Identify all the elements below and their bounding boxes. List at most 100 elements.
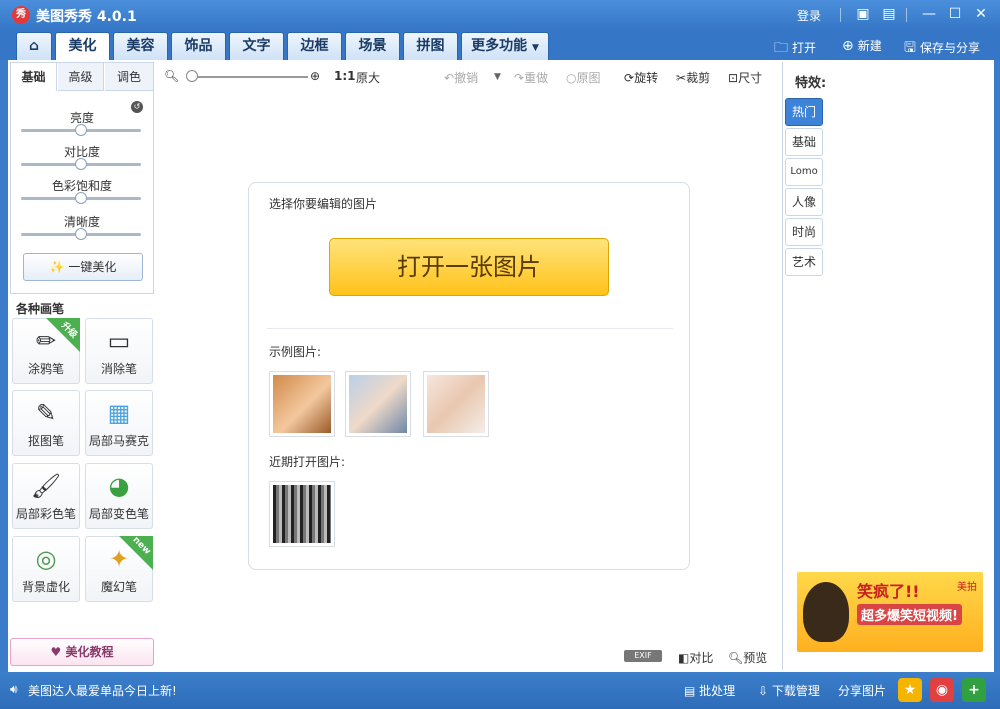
zoom-slider[interactable] bbox=[190, 76, 308, 78]
tab-beautify[interactable]: 美化 bbox=[55, 32, 110, 61]
original-image-button[interactable]: ○原图 bbox=[566, 69, 601, 86]
saturation-slider-knob[interactable] bbox=[75, 192, 87, 204]
undo-dropdown-icon[interactable]: ▼ bbox=[494, 72, 501, 82]
add-icon[interactable]: + bbox=[962, 678, 986, 702]
tab-text[interactable]: 文字 bbox=[229, 32, 284, 60]
eraser-brush-tool[interactable]: ▭ 消除笔 bbox=[85, 318, 153, 384]
crop-label: 裁剪 bbox=[686, 71, 711, 85]
minimize-icon[interactable]: — bbox=[918, 4, 940, 24]
speaker-icon: 🔊︎ bbox=[10, 682, 18, 696]
sample-image-3[interactable] bbox=[423, 371, 489, 437]
brightness-slider[interactable] bbox=[21, 124, 141, 136]
open-image-button[interactable]: 打开一张图片 bbox=[329, 238, 609, 296]
contrast-slider[interactable] bbox=[21, 158, 141, 170]
skin-icon[interactable]: ▤ bbox=[878, 4, 900, 24]
doodle-brush-tool[interactable]: ✏ 涂鸦笔 升级 bbox=[12, 318, 80, 384]
zoom-slider-knob[interactable] bbox=[186, 70, 198, 82]
one-key-beautify-button[interactable]: ✨ 一键美化 bbox=[23, 253, 143, 281]
tab-collage[interactable]: 拼图 bbox=[403, 32, 458, 60]
crop-button[interactable]: ✂裁剪 bbox=[676, 69, 710, 86]
subtab-color[interactable]: 调色 bbox=[105, 63, 153, 91]
background-blur-tool[interactable]: ◎ 背景虚化 bbox=[12, 536, 80, 602]
fx-tab-hot[interactable]: 热门 bbox=[785, 98, 823, 126]
maximize-icon[interactable]: ☐ bbox=[944, 4, 966, 24]
recent-image-1[interactable] bbox=[269, 481, 335, 547]
brushes-title: 各种画笔 bbox=[16, 302, 65, 316]
tutorial-button[interactable]: ♥ 美化教程 bbox=[10, 638, 154, 666]
rotate-button[interactable]: ⟳旋转 bbox=[624, 69, 658, 86]
status-message[interactable]: 美图达人最爱单品今日上新! bbox=[28, 682, 177, 699]
tool-label: 局部马赛克 bbox=[88, 434, 149, 448]
recent-images-label: 近期打开图片: bbox=[269, 455, 346, 469]
mosaic-brush-tool[interactable]: ▦ 局部马赛克 bbox=[85, 390, 153, 456]
feedback-icon[interactable]: ▣ bbox=[852, 4, 874, 24]
preview-button[interactable]: 🔍︎预览 bbox=[728, 649, 767, 666]
fx-tab-art[interactable]: 艺术 bbox=[785, 248, 823, 276]
fx-tab-portrait[interactable]: 人像 bbox=[785, 188, 823, 216]
portrait-thumbnail bbox=[273, 375, 331, 433]
star-icon[interactable]: ★ bbox=[898, 678, 922, 702]
paint-bucket-icon: ◕ bbox=[108, 472, 130, 500]
undo-button[interactable]: ↶撤销 bbox=[444, 69, 478, 86]
save-label: 保存与分享 bbox=[919, 41, 980, 55]
forest-thumbnail bbox=[273, 485, 331, 543]
tab-accessories[interactable]: 饰品 bbox=[171, 32, 226, 60]
share-image-button[interactable]: 分享图片 bbox=[838, 682, 886, 699]
tab-face[interactable]: 美容 bbox=[113, 32, 168, 60]
local-recolor-brush-tool[interactable]: ◕ 局部变色笔 bbox=[85, 463, 153, 529]
magic-brush-tool[interactable]: ✦ 魔幻笔 new bbox=[85, 535, 153, 602]
portrait-thumbnail bbox=[349, 375, 407, 433]
subtab-advanced[interactable]: 高级 bbox=[58, 63, 104, 91]
tool-label: 局部彩色笔 bbox=[15, 507, 76, 521]
tab-border[interactable]: 边框 bbox=[287, 32, 342, 60]
original-size-button[interactable]: 原大 bbox=[356, 69, 380, 86]
compare-button[interactable]: ◧对比 bbox=[678, 649, 713, 666]
fx-tab-basic[interactable]: 基础 bbox=[785, 128, 823, 156]
subtab-basic[interactable]: 基础 bbox=[11, 63, 57, 91]
cutout-brush-tool[interactable]: ✎ 抠图笔 bbox=[12, 390, 80, 456]
sample-image-1[interactable] bbox=[269, 371, 335, 437]
batch-process-button[interactable]: ▤ 批处理 bbox=[684, 682, 735, 699]
blur-icon: ◎ bbox=[35, 545, 57, 573]
rotate-icon: ⟳ bbox=[624, 71, 635, 85]
login-link[interactable]: 登录 bbox=[797, 7, 821, 24]
status-bar: 🔊︎ 美图达人最爱单品今日上新! ▤ 批处理 ⇩ 下载管理 分享图片 ★ ◉ + bbox=[0, 672, 1000, 709]
saturation-slider[interactable] bbox=[21, 192, 141, 204]
tab-scene[interactable]: 场景 bbox=[345, 32, 400, 60]
sample-image-2[interactable] bbox=[345, 371, 411, 437]
preview-label: 预览 bbox=[743, 651, 768, 665]
weibo-icon[interactable]: ◉ bbox=[930, 678, 954, 702]
divider bbox=[267, 328, 673, 329]
canvas-bottom-tools: EXIF ◧对比 🔍︎预览 bbox=[624, 646, 784, 666]
eraser-icon: ▭ bbox=[107, 327, 131, 355]
home-icon: ⌂ bbox=[28, 38, 40, 54]
redo-button[interactable]: ↷重做 bbox=[514, 69, 548, 86]
save-share-button[interactable]: 🖫 保存与分享 bbox=[904, 37, 980, 61]
resize-button[interactable]: ⊡尺寸 bbox=[728, 69, 762, 86]
zoom-out-icon[interactable]: 🔍︎ bbox=[164, 69, 179, 83]
baby-thumbnail bbox=[427, 375, 485, 433]
ad-banner[interactable]: 笑疯了!! 超多爆笑短视频! 美拍 bbox=[797, 572, 983, 652]
close-icon[interactable]: ✕ bbox=[970, 4, 992, 24]
local-color-brush-tool[interactable]: 🖌 局部彩色笔 bbox=[12, 463, 80, 529]
redo-label: 重做 bbox=[524, 71, 549, 85]
home-tab[interactable]: ⌂ bbox=[16, 32, 52, 60]
sharpness-slider[interactable] bbox=[21, 228, 141, 240]
tool-label: 消除笔 bbox=[100, 362, 137, 376]
divider bbox=[840, 8, 841, 22]
adjust-panel: 基础 高级 调色 ↺ 亮度 对比度 色彩饱和度 清晰度 ✨ 一键美化 bbox=[10, 62, 154, 294]
fx-tab-lomo[interactable]: Lomo bbox=[785, 158, 823, 186]
open-label: 打开 bbox=[792, 41, 817, 55]
contrast-slider-knob[interactable] bbox=[75, 158, 87, 170]
open-button[interactable]: 🗀 打开 bbox=[774, 37, 816, 61]
zoom-ratio[interactable]: 1:1 bbox=[334, 69, 356, 83]
brightness-slider-knob[interactable] bbox=[75, 124, 87, 136]
tab-more[interactable]: 更多功能 ▼ bbox=[461, 32, 549, 60]
new-button[interactable]: ⊕ 新建 bbox=[842, 37, 882, 54]
download-manager-button[interactable]: ⇩ 下载管理 bbox=[758, 682, 820, 699]
exif-button[interactable]: EXIF bbox=[624, 650, 662, 662]
zoom-in-icon[interactable]: ⊕ bbox=[310, 69, 320, 83]
ad-headline: 笑疯了!! bbox=[857, 582, 920, 601]
sharpness-slider-knob[interactable] bbox=[75, 228, 87, 240]
fx-tab-fashion[interactable]: 时尚 bbox=[785, 218, 823, 246]
